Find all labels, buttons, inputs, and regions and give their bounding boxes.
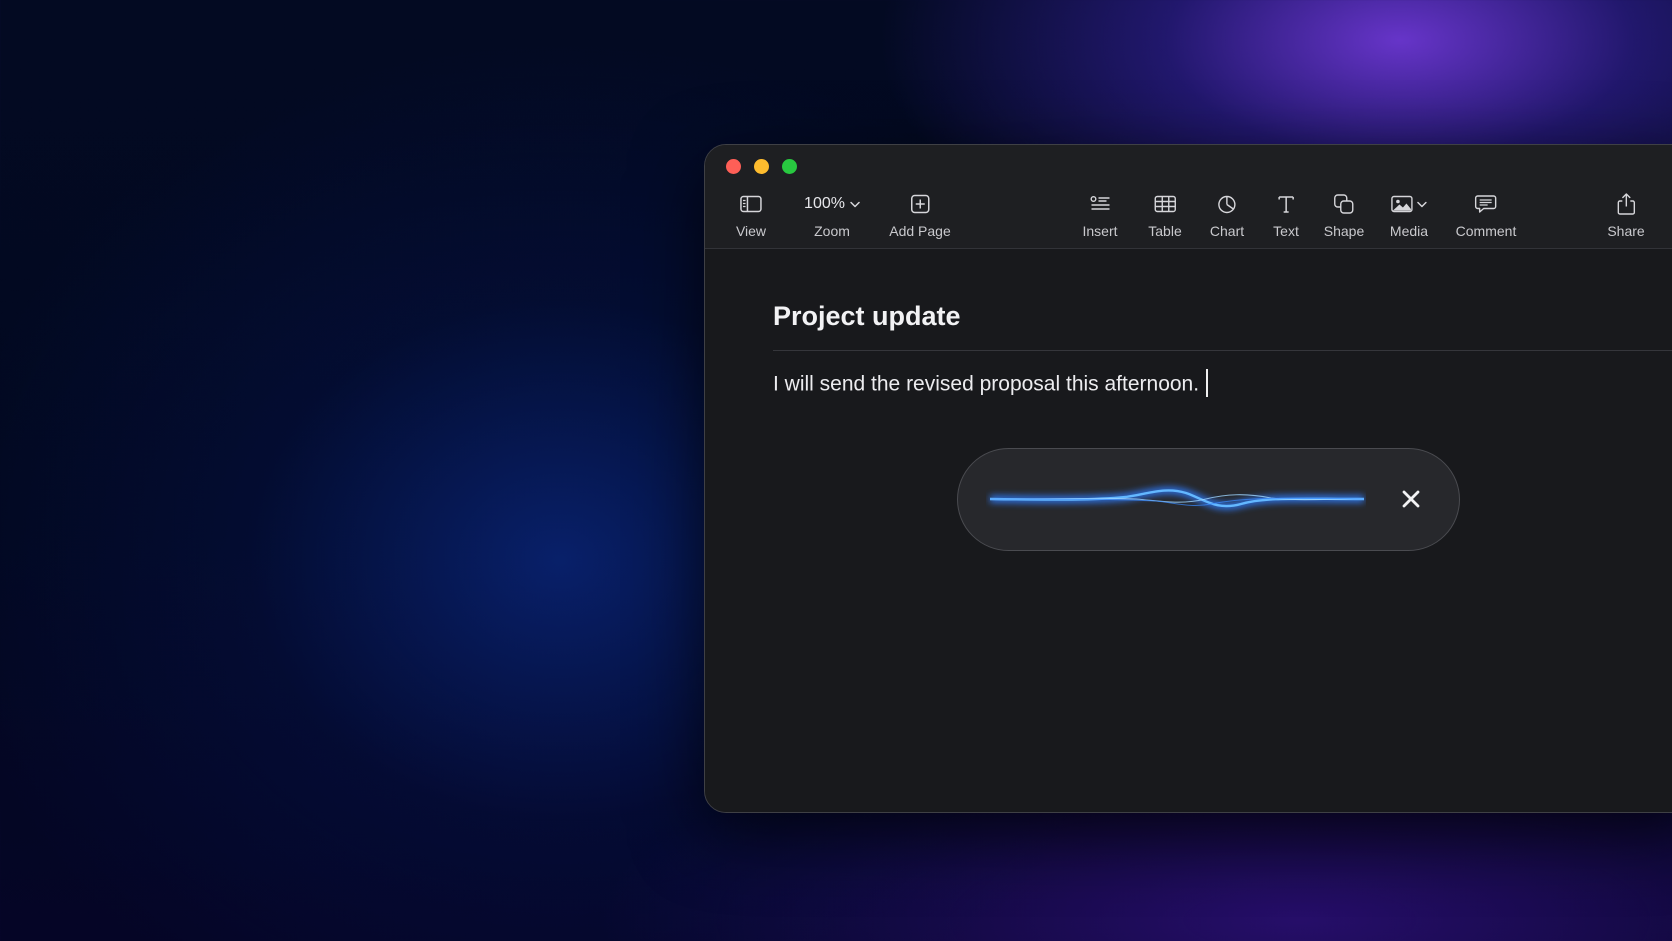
media-label: Media [1389, 223, 1429, 239]
insert-label: Insert [1082, 223, 1118, 239]
close-window-button[interactable] [726, 159, 741, 174]
add-page-icon [910, 191, 930, 217]
comment-label: Comment [1455, 223, 1517, 239]
text-label: Text [1273, 223, 1299, 239]
pages-window: View 100% Zoom Add Page Insert Table Cha… [704, 144, 1672, 813]
text-button[interactable]: Text [1273, 191, 1299, 239]
chart-button[interactable]: Chart [1210, 191, 1244, 239]
share-label: Share [1607, 223, 1645, 239]
close-icon [1402, 490, 1420, 508]
add-page-label: Add Page [889, 223, 951, 239]
text-icon [1276, 191, 1296, 217]
document-title[interactable]: Project update [773, 301, 961, 332]
insert-list-icon [1089, 191, 1111, 217]
toolbar: View 100% Zoom Add Page Insert Table Cha… [705, 145, 1672, 249]
shape-icon [1333, 191, 1355, 217]
minimize-window-button[interactable] [754, 159, 769, 174]
share-icon [1616, 191, 1636, 217]
dictation-panel [957, 448, 1460, 551]
zoom-percent: 100% [804, 195, 845, 212]
media-button[interactable]: Media [1390, 191, 1428, 239]
zoom-control[interactable]: 100% Zoom [804, 191, 860, 239]
title-divider [773, 350, 1672, 351]
insert-button[interactable]: Insert [1082, 191, 1118, 239]
zoom-value: 100% [804, 195, 860, 213]
chart-label: Chart [1209, 223, 1245, 239]
comment-button[interactable]: Comment [1455, 191, 1517, 239]
view-button[interactable]: View [736, 191, 766, 239]
photo-icon [1391, 195, 1413, 213]
speech-bubble-icon [1475, 191, 1497, 217]
document-body[interactable]: I will send the revised proposal this af… [773, 369, 1209, 399]
chevron-down-icon [850, 201, 860, 207]
zoom-label: Zoom [814, 223, 850, 239]
zoom-window-button[interactable] [782, 159, 797, 174]
view-label: View [735, 223, 767, 239]
close-dictation-button[interactable] [1398, 486, 1424, 512]
text-cursor [1206, 369, 1209, 397]
table-icon [1154, 191, 1176, 217]
add-page-button[interactable]: Add Page [889, 191, 951, 239]
share-button[interactable]: Share [1607, 191, 1645, 239]
table-label: Table [1148, 223, 1182, 239]
shape-button[interactable]: Shape [1324, 191, 1364, 239]
sidebar-icon [740, 191, 762, 217]
chevron-down-icon [1417, 201, 1427, 207]
table-button[interactable]: Table [1148, 191, 1182, 239]
body-text: I will send the revised proposal this af… [773, 372, 1200, 396]
pie-chart-icon [1217, 191, 1237, 217]
shape-label: Shape [1323, 223, 1365, 239]
document-canvas[interactable]: Project update I will send the revised p… [705, 249, 1672, 812]
voice-waveform [989, 487, 1365, 510]
